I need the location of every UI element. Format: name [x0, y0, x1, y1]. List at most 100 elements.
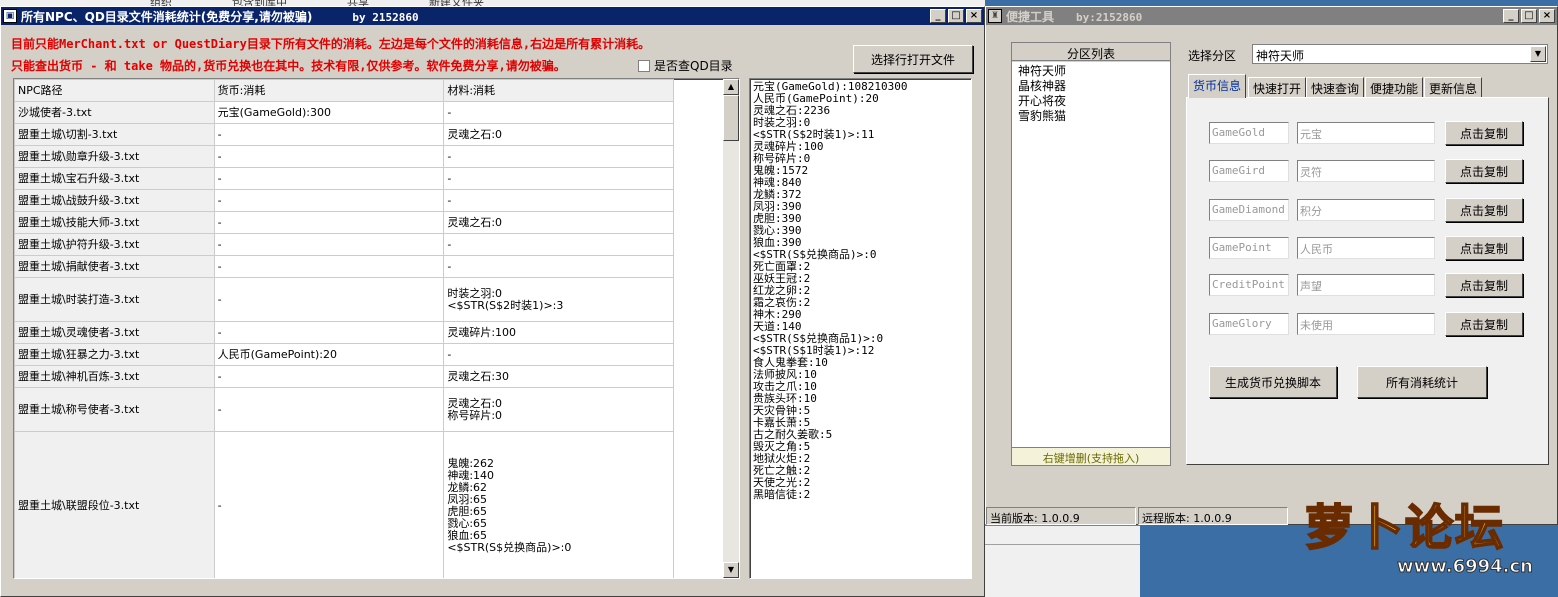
currency-cell: - — [213, 211, 445, 234]
table-row[interactable]: 盟重土城\捐献使者-3.txt - - — [14, 255, 674, 278]
select-label: 选择分区 — [1188, 49, 1237, 63]
material-cell: 灵魂之石:0 称号碎片:0 — [443, 387, 674, 432]
npc-path-cell: 盟重土城\时装打造-3.txt — [14, 277, 215, 322]
forum-watermark: 萝卜论坛 www.6994.cn — [1304, 499, 1555, 595]
partition-item[interactable]: 晶核神器 — [1018, 79, 1164, 94]
scroll-thumb[interactable] — [723, 95, 739, 141]
partition-select[interactable]: 神符天师 ▼ — [1252, 44, 1548, 64]
totals-list[interactable]: 元宝(GameGold):108210300 人民币(GamePoint):20 灵… — [749, 78, 972, 579]
column-header[interactable]: 材料:消耗 — [443, 79, 674, 102]
table-row[interactable]: 盟重土城\时装打造-3.txt - 时装之羽:0 <$STR(S$2时装1)>:3 — [14, 277, 674, 322]
notice-line-1: 目前只能MerChant.txt or QuestDiary目录下所有文件的消耗… — [11, 37, 651, 51]
scroll-down-arrow-icon[interactable]: ▼ — [723, 562, 739, 578]
copy-button[interactable]: 点击复制 — [1445, 273, 1523, 297]
currency-cell: - — [213, 255, 445, 278]
currency-code-field[interactable]: CreditPoint — [1209, 274, 1289, 296]
currency-cell: - — [213, 233, 445, 256]
tool-close-button[interactable]: × — [1539, 9, 1555, 23]
currency-name-field[interactable]: 灵符 — [1297, 160, 1435, 182]
currency-code-field[interactable]: GameGold — [1209, 122, 1289, 144]
material-cell: - — [443, 255, 674, 278]
currency-code-field[interactable]: GameGird — [1209, 160, 1289, 182]
material-cell: 鬼魄:262 神魂:140 龙鳞:62 凤羽:65 虎胆:65 戮心:65 狼血… — [443, 431, 674, 578]
currency-code-field[interactable]: GamePoint — [1209, 237, 1289, 259]
tab-0[interactable]: 货币信息 — [1188, 74, 1247, 98]
tool-title: 便捷工具 — [1006, 9, 1055, 24]
main-title-text: 所有NPC、QD目录文件消耗统计(免费分享,请勿被骗) — [21, 9, 313, 24]
partition-item[interactable]: 雪豹熊猫 — [1018, 109, 1164, 124]
tab-4[interactable]: 更新信息 — [1424, 77, 1483, 97]
all-stats-button[interactable]: 所有消耗统计 — [1357, 366, 1487, 398]
table-header-row: NPC路径 货币:消耗 材料:消耗 — [14, 79, 674, 102]
table-row[interactable]: 盟重土城\勋章升级-3.txt - - — [14, 145, 674, 168]
partition-item[interactable]: 神符天师 — [1018, 64, 1164, 79]
qd-checkbox-row[interactable]: 是否查QD目录 — [638, 57, 733, 74]
table-row[interactable]: 盟重土城\护符升级-3.txt - - — [14, 233, 674, 256]
grid-scrollbar[interactable]: ▲ ▼ — [723, 79, 739, 578]
tab-panel: GameGold 元宝 点击复制 GameGird 灵符 点击复制 GameDiamond 积… — [1186, 97, 1549, 465]
currency-cell: - — [213, 189, 445, 212]
tab-1[interactable]: 快速打开 — [1248, 77, 1307, 97]
minimize-button[interactable]: _ — [930, 9, 946, 23]
currency-code-field[interactable]: GameDiamond — [1209, 199, 1289, 221]
currency-name-field[interactable]: 积分 — [1297, 199, 1435, 221]
table-row[interactable]: 盟重土城\狂暴之力-3.txt 人民币(GamePoint):20- — [14, 343, 674, 366]
material-cell: - — [443, 101, 674, 124]
currency-name-field[interactable]: 声望 — [1297, 274, 1435, 296]
table-row[interactable]: 盟重土城\称号使者-3.txt - 灵魂之石:0 称号碎片:0 — [14, 387, 674, 432]
currency-name-field[interactable]: 元宝 — [1297, 122, 1435, 144]
currency-cell: 人民币(GamePoint):20 — [213, 343, 445, 366]
copy-button[interactable]: 点击复制 — [1445, 236, 1523, 260]
material-cell: - — [443, 167, 674, 190]
copy-button[interactable]: 点击复制 — [1445, 198, 1523, 222]
npc-path-cell: 盟重土城\神机百炼-3.txt — [14, 365, 215, 388]
npc-path-cell: 沙城使者-3.txt — [14, 101, 215, 124]
table-row[interactable]: 盟重土城\灵魂使者-3.txt - 灵魂碎片:100 — [14, 321, 674, 344]
partition-list[interactable]: 神符天师 晶核神器 开心将夜 雪豹熊猫 — [1012, 62, 1170, 447]
npc-path-cell: 盟重土城\护符升级-3.txt — [14, 233, 215, 256]
generate-script-button[interactable]: 生成货币兑换脚本 — [1209, 366, 1337, 398]
currency-cell: - — [213, 145, 445, 168]
material-cell: - — [443, 189, 674, 212]
chevron-down-icon[interactable]: ▼ — [1530, 46, 1546, 62]
table-row[interactable]: 盟重土城\切割-3.txt - 灵魂之石:0 — [14, 123, 674, 146]
watermark-logo-text: 萝卜论坛 — [1304, 499, 1506, 557]
copy-button[interactable]: 点击复制 — [1445, 312, 1523, 336]
currency-cell: - — [213, 431, 445, 578]
tool-minimize-button[interactable]: _ — [1503, 9, 1519, 23]
tool-window: ♜ 便捷工具 by:2152860 _ □ × 分区列表 神符天师 晶核神器 开心将夜… — [985, 6, 1558, 525]
npc-path-cell: 盟重土城\技能大师-3.txt — [14, 211, 215, 234]
current-version: 当前版本: 1.0.0.9 — [986, 507, 1136, 525]
currency-name-field[interactable]: 人民币 — [1297, 237, 1435, 259]
copy-button[interactable]: 点击复制 — [1445, 121, 1523, 145]
npc-grid[interactable]: NPC路径 货币:消耗 材料:消耗 沙城使者-3.txt 元宝(GameGold):30… — [13, 78, 740, 579]
currency-cell: 元宝(GameGold):300 — [213, 101, 445, 124]
tool-titlebar: ♜ 便捷工具 by:2152860 _ □ × — [986, 7, 1557, 25]
background-window-fragment — [985, 525, 1140, 597]
table-row[interactable]: 盟重土城\战鼓升级-3.txt - - — [14, 189, 674, 212]
maximize-button[interactable]: □ — [948, 9, 964, 23]
qd-checkbox[interactable] — [638, 59, 650, 72]
column-header[interactable]: 货币:消耗 — [213, 79, 445, 102]
table-row[interactable]: 盟重土城\神机百炼-3.txt - 灵魂之石:30 — [14, 365, 674, 388]
close-button[interactable]: × — [966, 9, 982, 23]
table-row[interactable]: 盟重土城\技能大师-3.txt - 灵魂之石:0 — [14, 211, 674, 234]
copy-button[interactable]: 点击复制 — [1445, 159, 1523, 183]
partition-header: 分区列表 — [1012, 43, 1170, 61]
tab-2[interactable]: 快速查询 — [1306, 77, 1365, 97]
table-row[interactable]: 盟重土城\联盟段位-3.txt - 鬼魄:262 神魂:140 龙鳞:62 凤羽:6… — [14, 431, 674, 578]
open-file-button[interactable]: 选择行打开文件 — [853, 45, 973, 73]
currency-code-field[interactable]: GameGlory — [1209, 313, 1289, 335]
partition-select-value: 神符天师 — [1256, 49, 1305, 63]
currency-name-field[interactable]: 未使用 — [1297, 313, 1435, 335]
npc-path-cell: 盟重土城\勋章升级-3.txt — [14, 145, 215, 168]
table-row[interactable]: 沙城使者-3.txt 元宝(GameGold):300- — [14, 101, 674, 124]
tab-3[interactable]: 便捷功能 — [1365, 77, 1424, 97]
tool-maximize-button[interactable]: □ — [1521, 9, 1537, 23]
table-row[interactable]: 盟重土城\宝石升级-3.txt - - — [14, 167, 674, 190]
scroll-up-arrow-icon[interactable]: ▲ — [723, 79, 739, 95]
partition-item[interactable]: 开心将夜 — [1018, 94, 1164, 109]
partition-panel: 分区列表 神符天师 晶核神器 开心将夜 雪豹熊猫 右键增删(支持拖入) — [1011, 42, 1171, 466]
column-header[interactable]: NPC路径 — [14, 79, 215, 102]
tool-app-icon: ♜ — [988, 9, 1002, 23]
